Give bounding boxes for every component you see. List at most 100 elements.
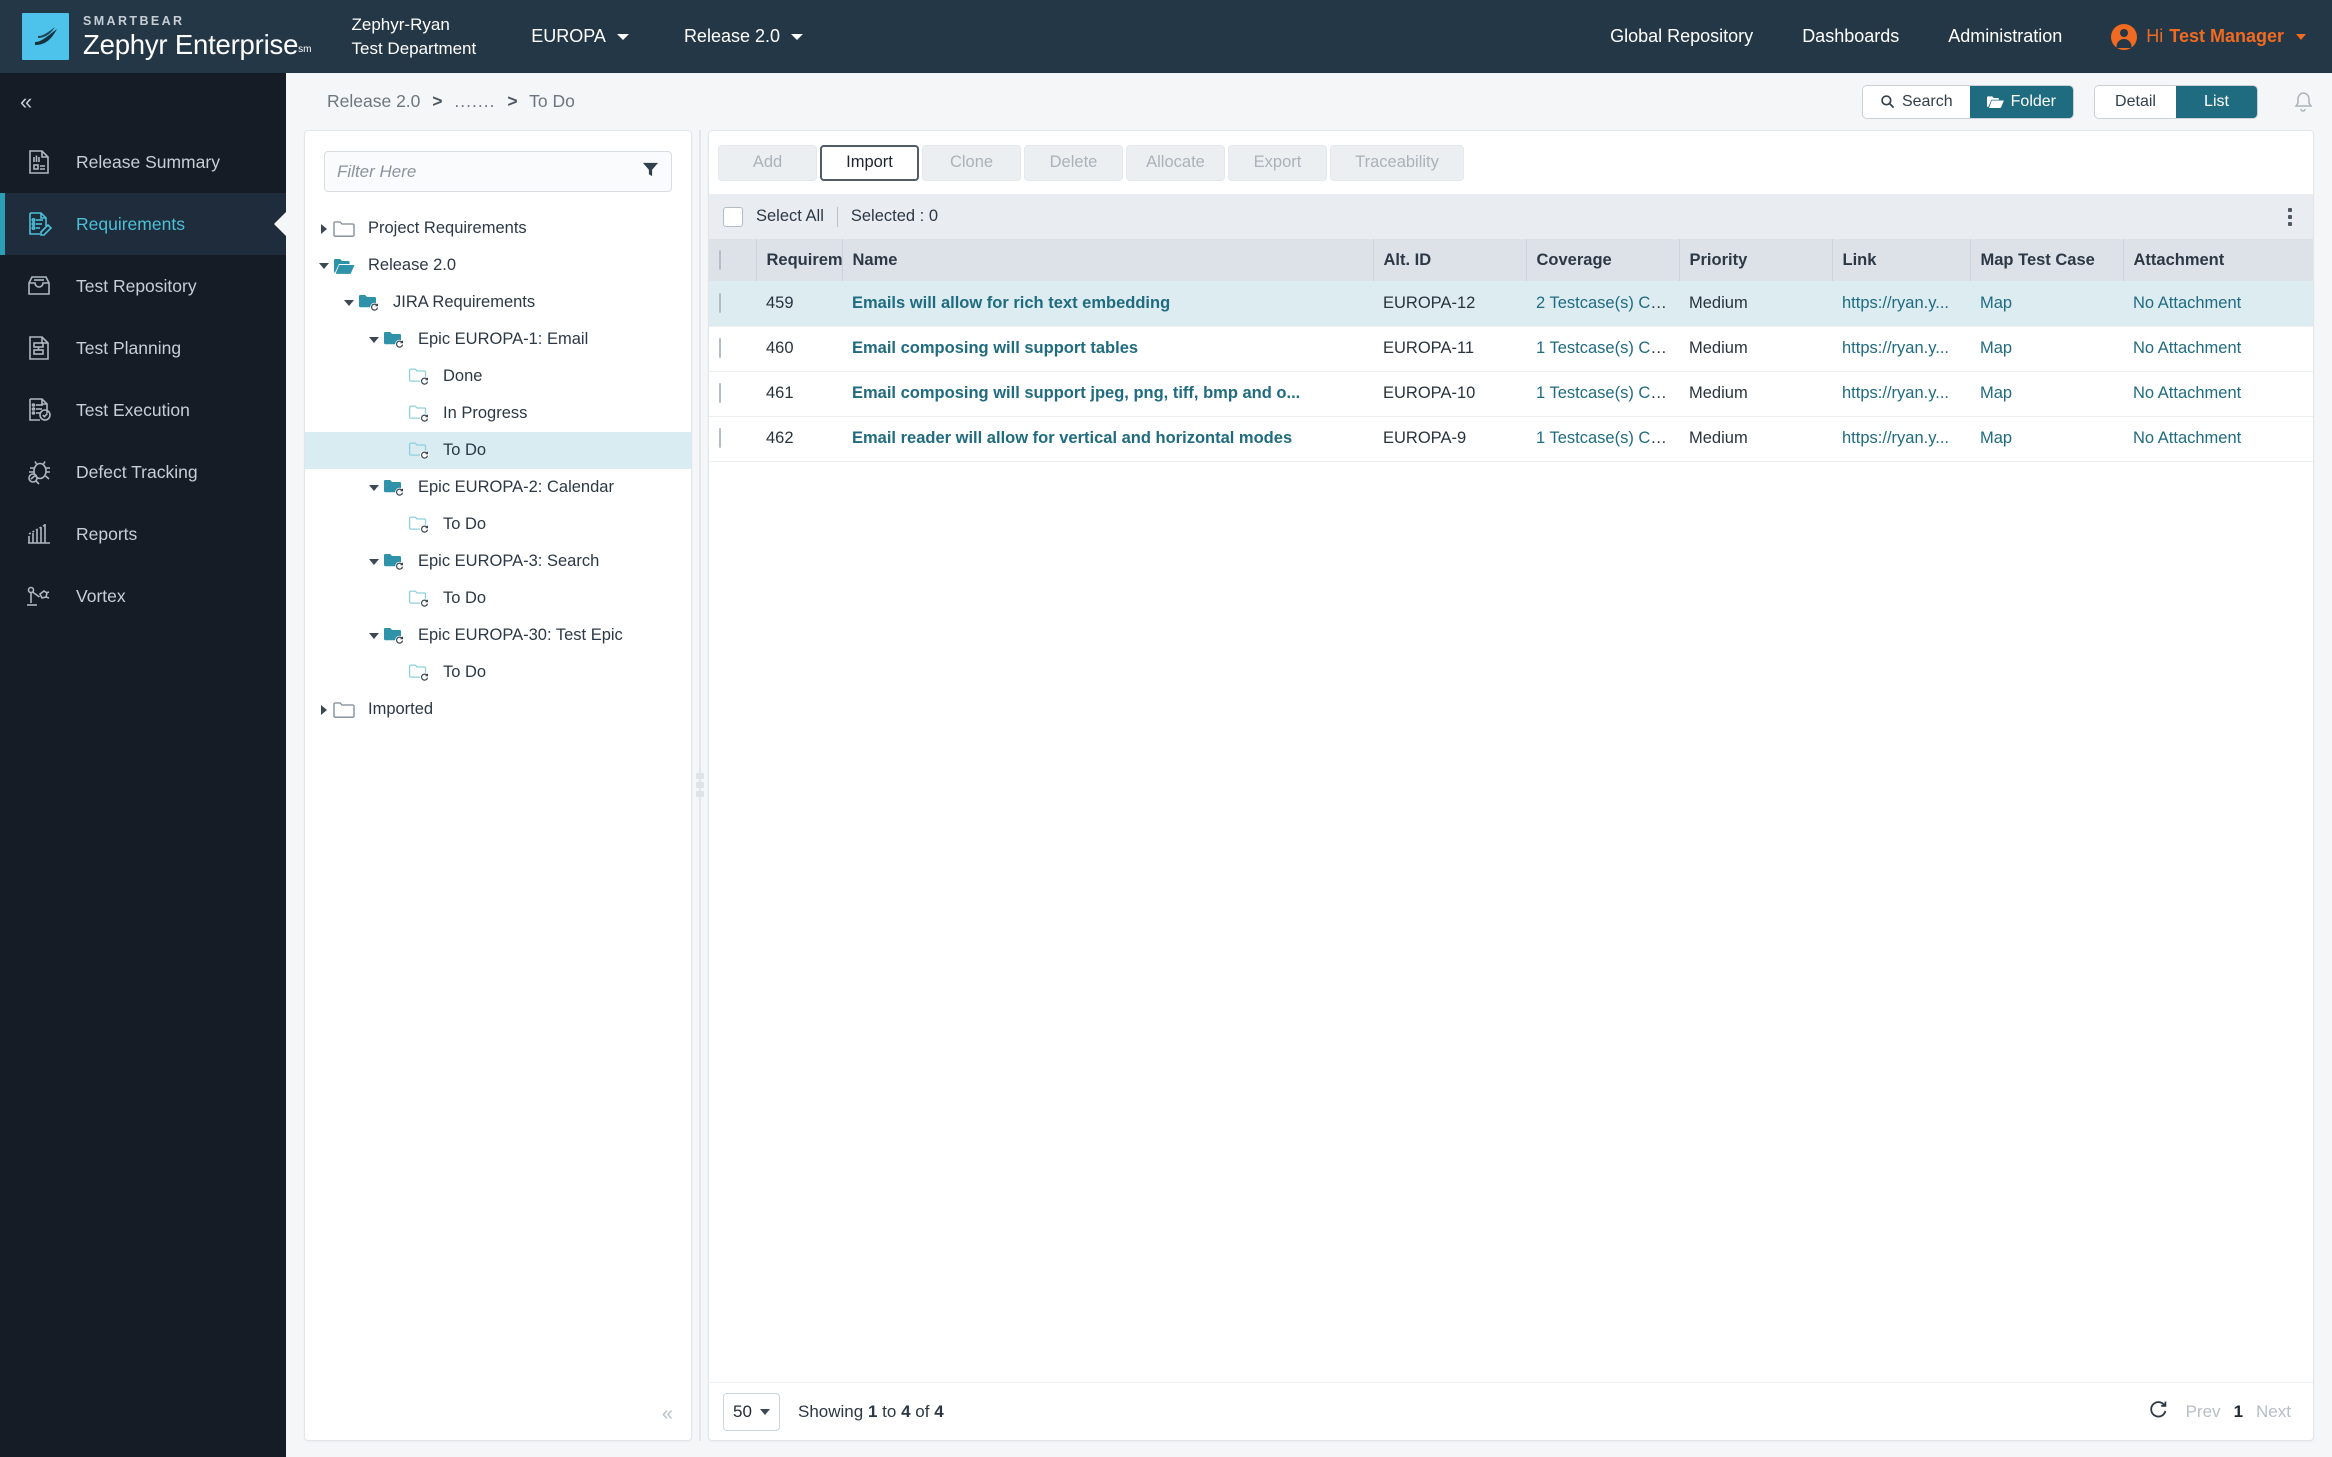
sidebar-item-test-repository[interactable]: Test Repository xyxy=(0,255,286,317)
cell-map-test-case-text[interactable]: Map xyxy=(1980,429,2012,447)
tree-node[interactable]: To Do xyxy=(305,580,691,617)
table-row[interactable]: 460 Email composing will support tables EU… xyxy=(709,326,2313,372)
th-map-test-case[interactable]: Map Test Case xyxy=(1970,239,2124,281)
tree-node[interactable]: To Do xyxy=(305,432,691,469)
prev-page-button[interactable]: Prev xyxy=(2186,1402,2221,1422)
sidebar-item-release-summary[interactable]: Release Summary xyxy=(0,131,286,193)
folder-leaf-icon xyxy=(408,404,436,424)
sidebar-item-test-planning[interactable]: Test Planning xyxy=(0,317,286,379)
chevron-down-icon[interactable] xyxy=(365,632,383,639)
sidebar-collapse-button[interactable]: « xyxy=(0,73,286,131)
tree-node[interactable]: Done xyxy=(305,358,691,395)
page-number[interactable]: 1 xyxy=(2234,1402,2243,1422)
sidebar-item-test-execution[interactable]: Test Execution xyxy=(0,379,286,441)
breadcrumb-ellipsis[interactable]: ....... xyxy=(454,91,495,111)
brand-logo[interactable]: SMARTBEAR Zephyr Enterprisesm xyxy=(22,13,312,60)
sidebar-item-requirements[interactable]: Requirements xyxy=(0,193,286,255)
tree-node[interactable]: To Do xyxy=(305,654,691,691)
th-priority[interactable]: Priority xyxy=(1679,239,1833,281)
tree-node[interactable]: In Progress xyxy=(305,395,691,432)
nav-dashboards[interactable]: Dashboards xyxy=(1802,26,1899,47)
tree-node[interactable]: Epic EUROPA-1: Email xyxy=(305,321,691,358)
next-page-button[interactable]: Next xyxy=(2256,1402,2291,1422)
folder-leaf-icon xyxy=(408,589,436,609)
tree-node[interactable]: Project Requirements xyxy=(305,210,691,247)
cell-attachment-text[interactable]: No Attachment xyxy=(2133,429,2241,447)
th-alt-id[interactable]: Alt. ID xyxy=(1373,239,1527,281)
cell-coverage-text[interactable]: 1 Testcase(s) Co... xyxy=(1536,339,1673,357)
search-mode-button[interactable]: Search xyxy=(1862,85,1970,118)
chevron-right-icon[interactable] xyxy=(315,704,333,715)
th-requirement-id[interactable]: Requirement xyxy=(756,239,843,281)
cell-name-text[interactable]: Email composing will support jpeg, png, … xyxy=(852,384,1300,402)
breadcrumb-root[interactable]: Release 2.0 xyxy=(327,91,420,111)
cell-link-text[interactable]: https://ryan.y... xyxy=(1842,339,1949,357)
cell-attachment-text[interactable]: No Attachment xyxy=(2133,384,2241,402)
chevron-down-icon[interactable] xyxy=(315,262,333,269)
th-link[interactable]: Link xyxy=(1832,239,1971,281)
row-checkbox[interactable] xyxy=(719,383,721,403)
nav-administration[interactable]: Administration xyxy=(1948,26,2062,47)
cell-link-text[interactable]: https://ryan.y... xyxy=(1842,294,1949,312)
chevron-down-icon[interactable] xyxy=(340,299,358,306)
breadcrumb-current: To Do xyxy=(529,91,575,111)
cell-name-text[interactable]: Email composing will support tables xyxy=(852,339,1138,357)
import-button[interactable]: Import xyxy=(820,144,919,181)
chevron-down-icon[interactable] xyxy=(365,484,383,491)
select-all-checkbox[interactable] xyxy=(723,206,743,227)
cell-coverage-text[interactable]: 2 Testcase(s) Co... xyxy=(1536,294,1673,312)
project-selector[interactable]: EUROPA xyxy=(531,26,629,47)
nav-global-repository[interactable]: Global Repository xyxy=(1610,26,1753,47)
notifications-button[interactable] xyxy=(2292,90,2314,114)
user-menu[interactable]: Hi Test Manager xyxy=(2111,23,2306,50)
more-vertical-icon[interactable] xyxy=(2279,204,2301,230)
tree-node[interactable]: Epic EUROPA-3: Search xyxy=(305,543,691,580)
th-name[interactable]: Name xyxy=(842,239,1374,281)
search-icon xyxy=(1880,94,1895,109)
cell-attachment-text[interactable]: No Attachment xyxy=(2133,339,2241,357)
th-attachment[interactable]: Attachment xyxy=(2123,239,2313,281)
table-row[interactable]: 459 Emails will allow for rich text embed… xyxy=(709,281,2313,327)
cell-name-text[interactable]: Emails will allow for rich text embeddin… xyxy=(852,294,1170,312)
chevron-down-icon[interactable] xyxy=(365,336,383,343)
cell-map-test-case-text[interactable]: Map xyxy=(1980,384,2012,402)
table-row[interactable]: 462 Email reader will allow for vertical … xyxy=(709,416,2313,462)
header-checkbox[interactable] xyxy=(719,249,721,270)
refresh-icon[interactable] xyxy=(2148,1399,2168,1425)
funnel-icon[interactable] xyxy=(642,161,659,183)
tree-node[interactable]: Epic EUROPA-2: Calendar xyxy=(305,469,691,506)
panel-splitter[interactable] xyxy=(692,130,708,1441)
cell-link-text[interactable]: https://ryan.y... xyxy=(1842,429,1949,447)
cell-map-test-case-text[interactable]: Map xyxy=(1980,294,2012,312)
select-all-label[interactable]: Select All xyxy=(756,207,824,226)
cell-map-test-case-text[interactable]: Map xyxy=(1980,339,2012,357)
cell-coverage-text[interactable]: 1 Testcase(s) Co... xyxy=(1536,429,1673,447)
cell-attachment-text[interactable]: No Attachment xyxy=(2133,294,2241,312)
table-row[interactable]: 461 Email composing will support jpeg, pn… xyxy=(709,371,2313,417)
cell-name-text[interactable]: Email reader will allow for vertical and… xyxy=(852,429,1292,447)
row-checkbox[interactable] xyxy=(719,338,721,358)
chevron-down-icon[interactable] xyxy=(365,558,383,565)
tree-node[interactable]: Release 2.0 xyxy=(305,247,691,284)
sidebar-item-vortex[interactable]: Vortex xyxy=(0,565,286,627)
release-selector[interactable]: Release 2.0 xyxy=(684,26,804,47)
detail-view-button[interactable]: Detail xyxy=(2095,85,2176,118)
sidebar-item-defect-tracking[interactable]: Defect Tracking xyxy=(0,441,286,503)
row-checkbox[interactable] xyxy=(719,428,721,448)
list-view-button[interactable]: List xyxy=(2176,85,2257,118)
tree-node-label: Epic EUROPA-2: Calendar xyxy=(418,478,614,496)
tree-collapse-button[interactable]: « xyxy=(662,1403,673,1426)
chevron-right-icon[interactable] xyxy=(315,223,333,234)
folder-mode-button[interactable]: Folder xyxy=(1969,85,2073,118)
page-size-select[interactable]: 50 xyxy=(723,1392,780,1431)
tree-node[interactable]: To Do xyxy=(305,506,691,543)
cell-link-text[interactable]: https://ryan.y... xyxy=(1842,384,1949,402)
cell-coverage-text[interactable]: 1 Testcase(s) Co... xyxy=(1536,384,1673,402)
th-coverage[interactable]: Coverage xyxy=(1526,239,1680,281)
tree-node[interactable]: Imported xyxy=(305,691,691,728)
tree-node[interactable]: Epic EUROPA-30: Test Epic xyxy=(305,617,691,654)
row-checkbox[interactable] xyxy=(719,292,721,313)
tree-node[interactable]: JIRA Requirements xyxy=(305,284,691,321)
sidebar-item-reports[interactable]: Reports xyxy=(0,503,286,565)
filter-input[interactable] xyxy=(337,161,642,182)
